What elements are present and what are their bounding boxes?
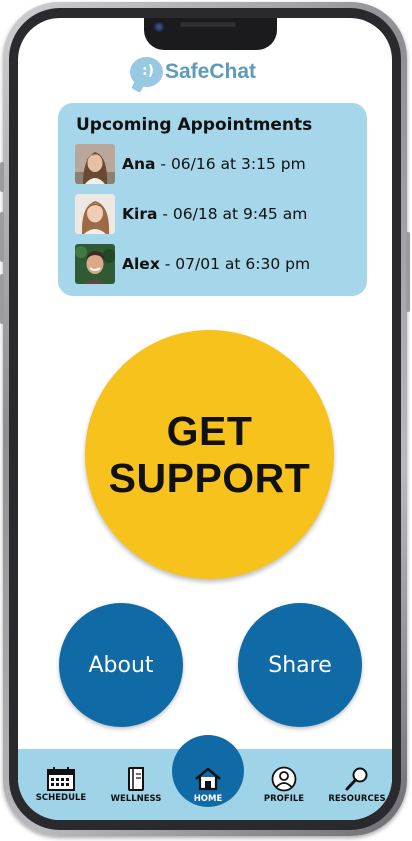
support-line-1: GET bbox=[166, 407, 253, 454]
tab-resources[interactable]: RESOURCES bbox=[324, 749, 390, 820]
support-line-2: SUPPORT bbox=[108, 454, 311, 501]
appointment-row-ana[interactable]: Ana - 06/16 at 3:15 pm bbox=[75, 144, 306, 184]
about-button[interactable]: About bbox=[59, 603, 183, 727]
avatar-alex bbox=[75, 244, 115, 284]
share-label: Share bbox=[268, 652, 332, 678]
appointment-text: Kira - 06/18 at 9:45 am bbox=[122, 205, 307, 223]
logo-glyph: :) bbox=[142, 63, 154, 79]
get-support-button[interactable]: GET SUPPORT bbox=[85, 330, 334, 579]
app-screen: :) SafeChat Upcoming Appointments Ana - … bbox=[18, 18, 392, 820]
appointment-text: Ana - 06/16 at 3:15 pm bbox=[122, 155, 306, 173]
tab-wellness[interactable]: WELLNESS bbox=[105, 749, 167, 820]
tab-home[interactable]: HOME bbox=[176, 749, 240, 820]
app-logo: :) SafeChat bbox=[130, 52, 256, 92]
home-icon bbox=[195, 767, 221, 790]
bottom-tab-bar: SCHEDULE WELLNESS HOME PROFILE RESOURCES bbox=[18, 735, 392, 820]
appointment-name: Alex bbox=[122, 255, 160, 273]
appointment-name: Kira bbox=[122, 205, 158, 223]
appointments-title: Upcoming Appointments bbox=[76, 115, 313, 135]
calendar-icon bbox=[47, 766, 75, 791]
camera-icon bbox=[153, 21, 165, 33]
appointment-name: Ana bbox=[122, 155, 156, 173]
notebook-icon bbox=[128, 766, 144, 791]
power-button bbox=[406, 232, 410, 312]
appointment-detail: - 06/16 at 3:15 pm bbox=[155, 155, 306, 173]
app-name: SafeChat bbox=[165, 60, 257, 83]
volume-up-button bbox=[0, 212, 4, 262]
appointment-row-kira[interactable]: Kira - 06/18 at 9:45 am bbox=[75, 194, 307, 234]
avatar-kira bbox=[75, 194, 115, 234]
upcoming-appointments-card: Upcoming Appointments Ana - 06/16 at 3:1… bbox=[58, 103, 367, 296]
appointment-row-alex[interactable]: Alex - 07/01 at 6:30 pm bbox=[75, 244, 310, 284]
share-button[interactable]: Share bbox=[238, 603, 362, 727]
about-label: About bbox=[88, 652, 154, 678]
appointment-detail: - 07/01 at 6:30 pm bbox=[159, 255, 311, 273]
phone-frame: :) SafeChat Upcoming Appointments Ana - … bbox=[0, 2, 410, 836]
tab-profile[interactable]: PROFILE bbox=[254, 749, 314, 820]
user-icon bbox=[271, 766, 297, 791]
appointment-text: Alex - 07/01 at 6:30 pm bbox=[122, 255, 310, 273]
tab-schedule[interactable]: SCHEDULE bbox=[30, 749, 92, 820]
chat-bubble-icon: :) bbox=[130, 57, 163, 87]
avatar-ana bbox=[75, 144, 115, 184]
phone-notch bbox=[144, 18, 277, 50]
tab-label-schedule: SCHEDULE bbox=[35, 792, 87, 803]
tab-label-resources: RESOURCES bbox=[328, 793, 386, 804]
speaker-grille bbox=[180, 22, 236, 27]
tab-label-profile: PROFILE bbox=[263, 793, 305, 804]
tab-label-wellness: WELLNESS bbox=[110, 793, 162, 804]
side-button bbox=[0, 162, 4, 192]
tab-label-home: HOME bbox=[193, 793, 223, 804]
search-icon bbox=[345, 767, 368, 790]
volume-down-button bbox=[0, 274, 4, 324]
appointment-detail: - 06/18 at 9:45 am bbox=[157, 205, 308, 223]
